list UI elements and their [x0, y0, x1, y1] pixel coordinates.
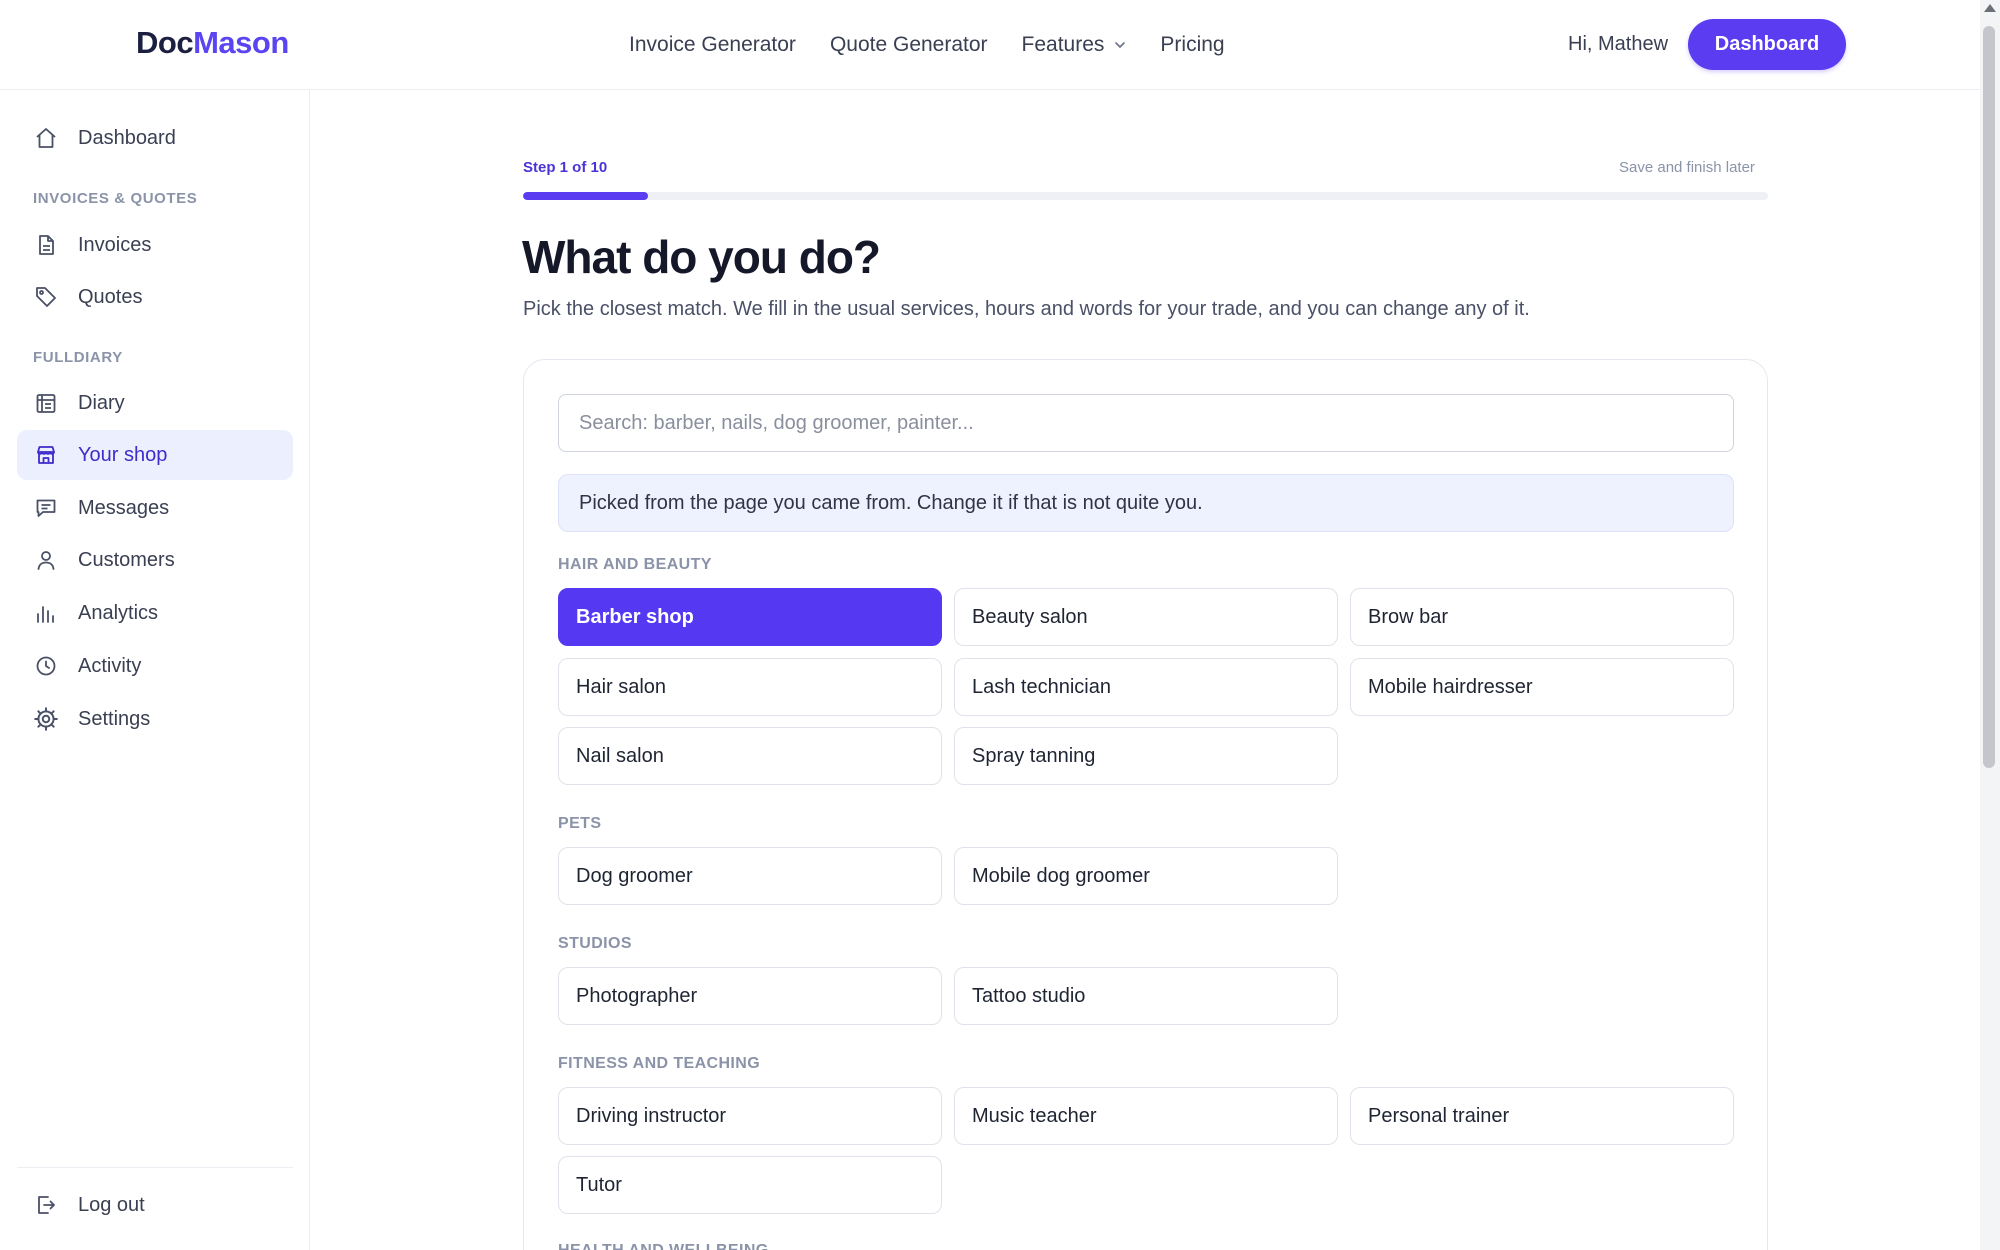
trade-picker-card: Picked from the page you came from. Chan… [523, 359, 1768, 1250]
sidebar-item-logout[interactable]: Log out [17, 1180, 293, 1230]
progress-bar-fill [523, 192, 648, 200]
sidebar: Dashboard INVOICES & QUOTES Invoices Quo… [0, 90, 310, 1250]
progress-bar [523, 192, 1768, 200]
trade-search-input[interactable] [558, 394, 1734, 452]
store-icon [33, 442, 59, 468]
sidebar-item-messages[interactable]: Messages [17, 483, 293, 533]
top-nav-links: Invoice Generator Quote Generator Featur… [629, 0, 1259, 90]
bar-chart-icon [33, 600, 59, 626]
chevron-down-icon [1114, 39, 1126, 51]
tag-icon [33, 284, 59, 310]
sidebar-item-label: Invoices [78, 233, 152, 256]
sidebar-item-label: Log out [78, 1193, 145, 1216]
trade-option-tattoo-studio[interactable]: Tattoo studio [954, 967, 1338, 1025]
group-title-pets: PETS [558, 815, 602, 832]
sidebar-item-customers[interactable]: Customers [17, 535, 293, 585]
scrollbar-thumb[interactable] [1983, 26, 1995, 768]
home-icon [33, 125, 59, 151]
picked-notice: Picked from the page you came from. Chan… [558, 474, 1734, 532]
logout-icon [33, 1192, 59, 1218]
logo-part-doc: Doc [136, 25, 194, 60]
step-indicator: Step 1 of 10 [523, 159, 608, 176]
group-title-fitness-and-teaching: FITNESS AND TEACHING [558, 1055, 761, 1072]
trade-option-barber-shop[interactable]: Barber shop [558, 588, 942, 646]
sidebar-item-label: Analytics [78, 601, 159, 624]
sidebar-item-label: Dashboard [78, 126, 176, 149]
nav-invoice-generator[interactable]: Invoice Generator [629, 33, 796, 57]
nav-pricing-label: Pricing [1160, 33, 1225, 56]
sidebar-item-label: Customers [78, 548, 175, 571]
user-greeting: Hi, Mathew [1568, 33, 1669, 55]
sidebar-item-label: Messages [78, 496, 170, 519]
sidebar-item-analytics[interactable]: Analytics [17, 588, 293, 638]
sidebar-item-your-shop[interactable]: Your shop [17, 430, 293, 480]
nav-features-dropdown[interactable]: Features [1022, 33, 1127, 57]
trade-option-mobile-hairdresser[interactable]: Mobile hairdresser [1350, 658, 1734, 716]
trade-option-beauty-salon[interactable]: Beauty salon [954, 588, 1338, 646]
sidebar-item-label: Activity [78, 654, 142, 677]
sidebar-item-diary[interactable]: Diary [17, 378, 293, 428]
document-icon [33, 232, 59, 258]
calendar-icon [33, 390, 59, 416]
sidebar-section-fulldiary: FULLDIARY [33, 349, 123, 366]
trade-option-driving-instructor[interactable]: Driving instructor [558, 1087, 942, 1145]
user-icon [33, 547, 59, 573]
trade-option-dog-groomer[interactable]: Dog groomer [558, 847, 942, 905]
nav-quote-generator[interactable]: Quote Generator [830, 33, 988, 57]
trade-option-personal-trainer[interactable]: Personal trainer [1350, 1087, 1734, 1145]
trade-option-mobile-dog-groomer[interactable]: Mobile dog groomer [954, 847, 1338, 905]
sidebar-item-label: Quotes [78, 285, 143, 308]
trade-option-hair-salon[interactable]: Hair salon [558, 658, 942, 716]
trade-option-photographer[interactable]: Photographer [558, 967, 942, 1025]
sidebar-item-activity[interactable]: Activity [17, 641, 293, 691]
sidebar-divider [17, 1167, 293, 1168]
group-title-hair-and-beauty: HAIR AND BEAUTY [558, 556, 712, 573]
logo-part-mason: Mason [193, 25, 289, 60]
trade-option-tutor[interactable]: Tutor [558, 1156, 942, 1214]
trade-option-music-teacher[interactable]: Music teacher [954, 1087, 1338, 1145]
sidebar-item-quotes[interactable]: Quotes [17, 272, 293, 322]
nav-invoice-generator-label: Invoice Generator [629, 33, 796, 56]
trade-option-brow-bar[interactable]: Brow bar [1350, 588, 1734, 646]
sidebar-item-settings[interactable]: Settings [17, 694, 293, 744]
group-title-studios: STUDIOS [558, 935, 632, 952]
sidebar-section-invoices-quotes: INVOICES & QUOTES [33, 190, 198, 207]
sidebar-item-label: Settings [78, 707, 151, 730]
page-title: What do you do? [522, 231, 881, 283]
sidebar-item-label: Your shop [78, 443, 168, 466]
nav-features-label: Features [1021, 33, 1105, 56]
sidebar-item-invoices[interactable]: Invoices [17, 220, 293, 270]
group-title-health-and-wellbeing: HEALTH AND WELLBEING [558, 1242, 769, 1250]
nav-pricing[interactable]: Pricing [1160, 33, 1224, 57]
trade-option-nail-salon[interactable]: Nail salon [558, 727, 942, 785]
dashboard-button[interactable]: Dashboard [1688, 19, 1846, 70]
page-subtitle: Pick the closest match. We fill in the u… [523, 298, 1530, 320]
trade-option-spray-tanning[interactable]: Spray tanning [954, 727, 1338, 785]
nav-quote-generator-label: Quote Generator [829, 33, 988, 56]
docmason-logo[interactable]: DocMason [136, 25, 289, 61]
gear-icon [33, 706, 59, 732]
top-navigation-bar: DocMason Invoice Generator Quote Generat… [0, 0, 1980, 90]
save-and-finish-later-link[interactable]: Save and finish later [1619, 159, 1755, 176]
sidebar-item-label: Diary [78, 391, 125, 414]
sidebar-item-dashboard[interactable]: Dashboard [17, 113, 293, 163]
scroll-up-arrow-icon[interactable] [1984, 4, 1996, 12]
clock-icon [33, 653, 59, 679]
chat-icon [33, 495, 59, 521]
trade-option-lash-technician[interactable]: Lash technician [954, 658, 1338, 716]
